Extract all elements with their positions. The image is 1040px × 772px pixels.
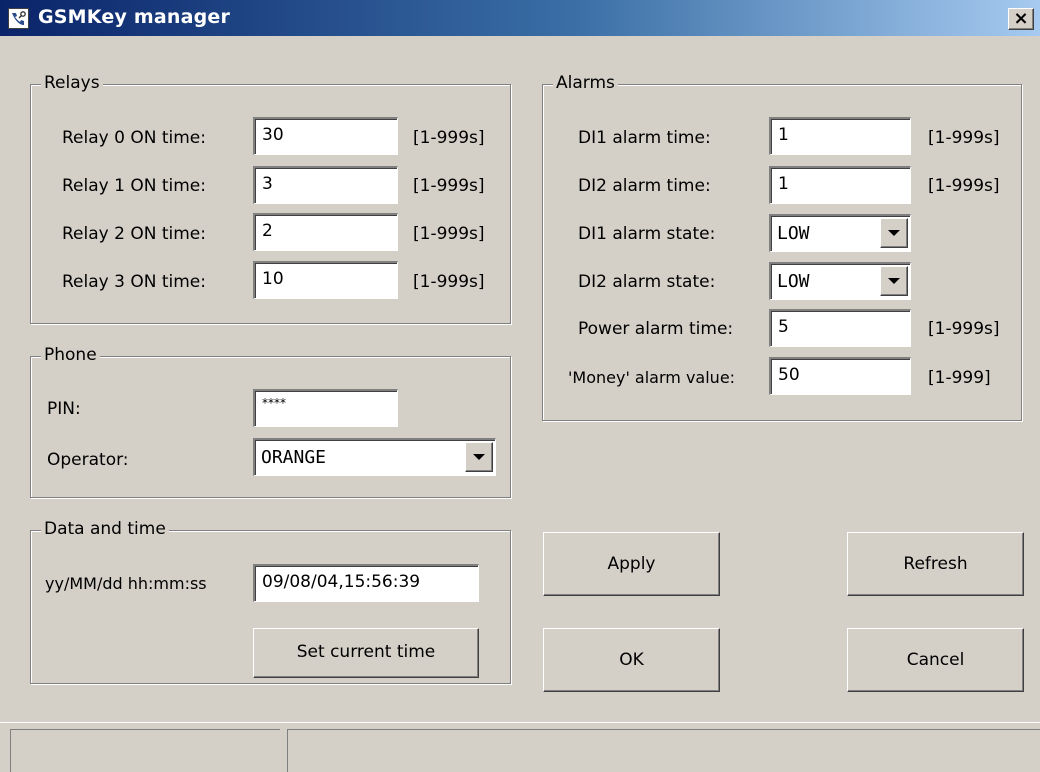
- operator-select[interactable]: ORANGE: [253, 438, 496, 476]
- di1-alarm-state-select[interactable]: LOW: [769, 214, 911, 252]
- refresh-button-label: Refresh: [903, 554, 968, 574]
- cancel-button-label: Cancel: [906, 650, 965, 670]
- ok-button[interactable]: OK: [543, 628, 720, 692]
- relay-3-label: Relay 3 ON time:: [62, 272, 206, 292]
- pin-input[interactable]: ****: [253, 389, 398, 427]
- di1-alarm-state-value: LOW: [777, 223, 810, 244]
- relay-2-range: [1-999s]: [413, 224, 485, 244]
- phone-group-title: Phone: [41, 345, 100, 365]
- operator-value: ORANGE: [261, 447, 327, 468]
- relay-0-range: [1-999s]: [413, 128, 485, 148]
- window-title: GSMKey manager: [38, 6, 231, 28]
- close-button[interactable]: ×: [1008, 8, 1034, 30]
- relay-1-range: [1-999s]: [413, 176, 485, 196]
- dropdown-arrow-icon[interactable]: [465, 442, 493, 472]
- relay-0-input[interactable]: 30: [253, 117, 398, 155]
- phone-group: Phone: [30, 345, 511, 498]
- relay-3-input[interactable]: 10: [253, 261, 398, 299]
- relays-group-title: Relays: [41, 73, 103, 93]
- close-icon: ×: [1013, 8, 1029, 29]
- money-alarm-value-range: [1-999]: [928, 368, 991, 388]
- power-alarm-time-range: [1-999s]: [928, 319, 1000, 339]
- alarms-group-title: Alarms: [553, 73, 618, 93]
- apply-button-label: Apply: [607, 554, 656, 574]
- relay-0-label: Relay 0 ON time:: [62, 128, 206, 148]
- relay-1-label: Relay 1 ON time:: [62, 176, 206, 196]
- status-bar: [0, 722, 1040, 772]
- datetime-format-label: yy/MM/dd hh:mm:ss: [45, 574, 207, 593]
- di2-alarm-state-value: LOW: [777, 271, 810, 292]
- status-pane-left: [10, 729, 280, 772]
- refresh-button[interactable]: Refresh: [847, 532, 1024, 596]
- ok-button-label: OK: [619, 650, 644, 670]
- operator-label: Operator:: [47, 450, 129, 470]
- relay-3-range: [1-999s]: [413, 272, 485, 292]
- power-alarm-time-label: Power alarm time:: [578, 319, 734, 339]
- di1-alarm-time-label: DI1 alarm time:: [578, 128, 711, 148]
- di2-alarm-time-input[interactable]: 1: [769, 166, 911, 204]
- dropdown-arrow-icon[interactable]: [880, 266, 908, 296]
- money-alarm-value-input[interactable]: 50: [769, 357, 911, 395]
- di2-alarm-time-label: DI2 alarm time:: [578, 176, 711, 196]
- dropdown-arrow-icon[interactable]: [880, 218, 908, 248]
- phone-key-icon[interactable]: [8, 8, 29, 29]
- di1-alarm-time-range: [1-999s]: [928, 128, 1000, 148]
- datetime-input[interactable]: 09/08/04,15:56:39: [253, 564, 479, 602]
- pin-label: PIN:: [47, 399, 81, 419]
- relay-2-label: Relay 2 ON time:: [62, 224, 206, 244]
- power-alarm-time-input[interactable]: 5: [769, 309, 911, 347]
- apply-button[interactable]: Apply: [543, 532, 720, 596]
- di1-alarm-time-input[interactable]: 1: [769, 117, 911, 155]
- title-bar[interactable]: GSMKey manager ×: [0, 0, 1040, 36]
- relay-1-input[interactable]: 3: [253, 166, 398, 204]
- cancel-button[interactable]: Cancel: [847, 628, 1024, 692]
- money-alarm-value-label: 'Money' alarm value:: [568, 368, 736, 387]
- datetime-group-title: Data and time: [41, 519, 169, 539]
- set-current-time-button[interactable]: Set current time: [253, 628, 479, 678]
- set-current-time-label: Set current time: [296, 642, 436, 662]
- status-pane-right: [287, 729, 1040, 772]
- di2-alarm-time-range: [1-999s]: [928, 176, 1000, 196]
- di2-alarm-state-label: DI2 alarm state:: [578, 272, 716, 292]
- di2-alarm-state-select[interactable]: LOW: [769, 262, 911, 300]
- relay-2-input[interactable]: 2: [253, 213, 398, 251]
- di1-alarm-state-label: DI1 alarm state:: [578, 224, 716, 244]
